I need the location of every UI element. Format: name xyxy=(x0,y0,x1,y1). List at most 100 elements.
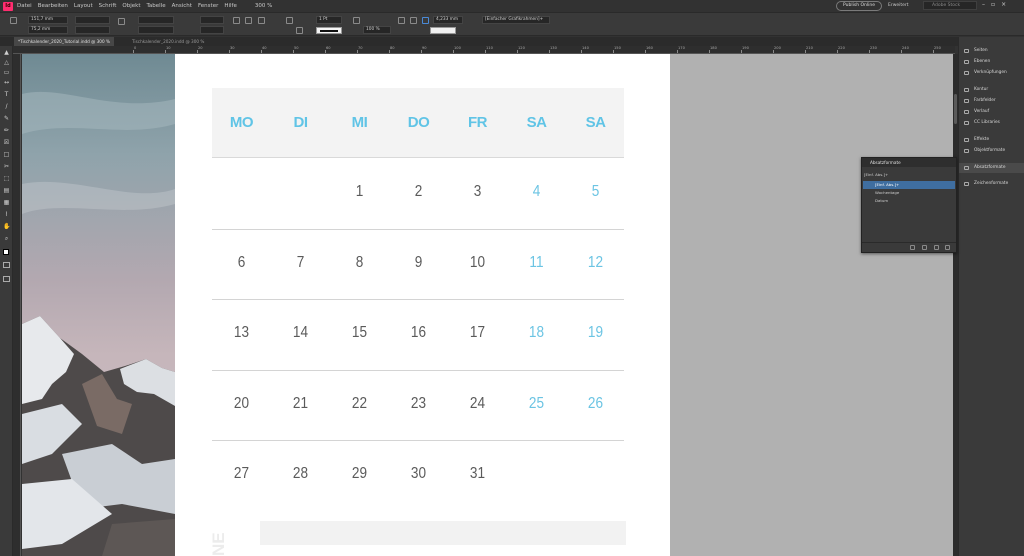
select-container-icon[interactable] xyxy=(258,17,265,24)
reference-point-icon[interactable] xyxy=(10,17,17,24)
stroke-weight-field[interactable]: 1 Pt xyxy=(316,16,342,24)
gradient-tool-icon[interactable]: ▤ xyxy=(3,188,10,194)
dock-item-ebenen[interactable]: Ebenen xyxy=(959,57,1024,67)
date-cell[interactable]: 6 xyxy=(216,254,266,272)
clear-overrides-icon[interactable] xyxy=(922,245,927,250)
date-cell[interactable]: 14 xyxy=(275,324,325,342)
date-cell[interactable]: 31 xyxy=(452,465,502,483)
menu-schrift[interactable]: Schrift xyxy=(99,3,117,9)
frame-fitting-icon[interactable] xyxy=(422,17,429,24)
rectangle-frame-tool-icon[interactable]: ☒ xyxy=(3,140,10,146)
date-cell[interactable]: 13 xyxy=(216,324,266,342)
x-position-field[interactable]: 151,7 mm xyxy=(28,16,68,24)
publish-online-button[interactable]: Publish Online xyxy=(836,1,882,11)
delete-icon[interactable] xyxy=(945,245,950,250)
pasteboard[interactable]: NE MO DI MI DO FR SA SA 1 2 3 4 5 6 7 8 9 10 11 12 13 14 15 16… xyxy=(22,54,955,556)
width-field[interactable] xyxy=(75,16,110,24)
text-wrap-icon[interactable] xyxy=(353,17,360,24)
dock-item-verknuepfungen[interactable]: Verknüpfungen xyxy=(959,68,1024,78)
dock-item-verlauf[interactable]: Verlauf xyxy=(959,107,1024,117)
dock-item-absatzformate[interactable]: Absatzformate xyxy=(959,163,1024,173)
date-cell[interactable]: 16 xyxy=(393,324,443,342)
date-cell[interactable]: 1 xyxy=(334,183,384,201)
scale-x-field[interactable] xyxy=(138,16,174,24)
menu-hilfe[interactable]: Hilfe xyxy=(224,3,237,9)
style-row[interactable]: [Einf. Abs.]+ xyxy=(863,181,955,189)
mountain-photo[interactable] xyxy=(22,54,175,556)
gap-field[interactable]: 4,233 mm xyxy=(433,16,463,24)
tab-document[interactable]: Tischkalender_2020.indd @ 300 % xyxy=(128,37,208,46)
menu-fenster[interactable]: Fenster xyxy=(198,3,218,9)
dock-item-kontur[interactable]: Kontur xyxy=(959,85,1024,95)
opacity-field[interactable]: 100 % xyxy=(363,26,391,34)
fill-color-icon[interactable] xyxy=(286,17,293,24)
dock-item-seiten[interactable]: Seiten xyxy=(959,46,1024,56)
zoom-level-dropdown[interactable]: 300 % xyxy=(255,3,272,9)
free-transform-tool-icon[interactable]: ⬚ xyxy=(3,176,10,182)
date-cell[interactable]: 21 xyxy=(275,395,325,413)
calendar-page[interactable]: NE MO DI MI DO FR SA SA 1 2 3 4 5 6 7 8 9 10 11 12 13 14 15 16… xyxy=(175,54,670,556)
fill-stroke-icon[interactable] xyxy=(3,249,9,255)
stroke-color-icon[interactable] xyxy=(296,27,303,34)
eyedropper-tool-icon[interactable]: ⌇ xyxy=(3,212,10,218)
date-cell[interactable]: 29 xyxy=(334,465,384,483)
window-controls[interactable]: –▫× xyxy=(982,1,1012,8)
distribute-icon[interactable] xyxy=(410,17,417,24)
object-style-dropdown[interactable]: [Einfacher Grafikrahmen]+ xyxy=(482,16,550,24)
date-cell[interactable]: 4 xyxy=(511,183,561,201)
date-cell[interactable]: 18 xyxy=(511,324,561,342)
date-cell[interactable]: 22 xyxy=(334,395,384,413)
date-cell[interactable]: 28 xyxy=(275,465,325,483)
screen-mode-icon[interactable] xyxy=(3,276,10,282)
rotation-field[interactable] xyxy=(200,16,224,24)
menu-datei[interactable]: Datei xyxy=(17,3,32,9)
menu-objekt[interactable]: Objekt xyxy=(122,3,140,9)
menu-ansicht[interactable]: Ansicht xyxy=(172,3,192,9)
date-cell[interactable]: 20 xyxy=(216,395,266,413)
dock-item-objektformate[interactable]: Objektformate xyxy=(959,146,1024,156)
fill-swatch[interactable] xyxy=(430,27,456,34)
menu-bearbeiten[interactable]: Bearbeiten xyxy=(38,3,68,9)
folder-icon[interactable] xyxy=(910,245,915,250)
rectangle-tool-icon[interactable]: □ xyxy=(3,152,10,158)
date-cell[interactable]: 8 xyxy=(334,254,384,272)
style-row[interactable]: Datum xyxy=(863,197,955,205)
dock-item-effekte[interactable]: Effekte xyxy=(959,135,1024,145)
date-cell[interactable]: 7 xyxy=(275,254,325,272)
date-cell[interactable]: 25 xyxy=(511,395,561,413)
date-cell[interactable]: 5 xyxy=(570,183,620,201)
constrain-proportions-icon[interactable] xyxy=(118,18,125,25)
pencil-tool-icon[interactable]: ✏ xyxy=(3,128,10,134)
scissors-tool-icon[interactable]: ✂ xyxy=(3,164,10,170)
y-position-field[interactable]: 75,2 mm xyxy=(28,26,68,34)
date-cell[interactable]: 17 xyxy=(452,324,502,342)
note-tool-icon[interactable]: ▦ xyxy=(3,200,10,206)
flip-icon[interactable] xyxy=(245,17,252,24)
gap-tool-icon[interactable]: ↔ xyxy=(3,80,10,86)
pen-tool-icon[interactable]: ✎ xyxy=(3,116,10,122)
date-cell[interactable]: 10 xyxy=(452,254,502,272)
apply-color-icon[interactable] xyxy=(3,262,10,268)
scale-y-field[interactable] xyxy=(138,26,174,34)
direct-selection-tool-icon[interactable]: △ xyxy=(3,60,10,66)
panel-title[interactable]: Absatzformate xyxy=(862,158,956,167)
rotate-icon[interactable] xyxy=(233,17,240,24)
align-icon[interactable] xyxy=(398,17,405,24)
new-style-icon[interactable] xyxy=(934,245,939,250)
date-cell[interactable]: 19 xyxy=(570,324,620,342)
line-tool-icon[interactable]: / xyxy=(3,104,10,110)
date-cell[interactable]: 9 xyxy=(393,254,443,272)
stroke-type-swatch[interactable] xyxy=(316,27,342,34)
height-field[interactable] xyxy=(75,26,110,34)
date-cell[interactable]: 11 xyxy=(511,254,561,272)
dock-item-farbfelder[interactable]: Farbfelder xyxy=(959,96,1024,106)
date-cell[interactable]: 3 xyxy=(452,183,502,201)
dock-item-zeichenformate[interactable]: Zeichenformate xyxy=(959,179,1024,189)
date-cell[interactable]: 30 xyxy=(393,465,443,483)
date-cell[interactable]: 23 xyxy=(393,395,443,413)
stock-search-input[interactable]: Adobe Stock xyxy=(923,1,977,10)
date-cell[interactable]: 26 xyxy=(570,395,620,413)
menu-tabelle[interactable]: Tabelle xyxy=(146,3,165,9)
zoom-tool-icon[interactable]: ⌕ xyxy=(3,236,10,242)
date-cell[interactable]: 27 xyxy=(216,465,266,483)
